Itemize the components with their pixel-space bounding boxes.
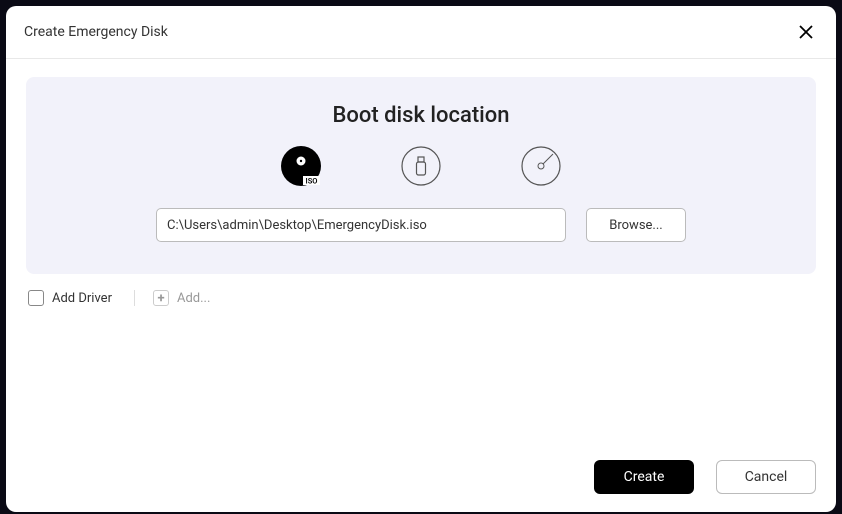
dialog-body: Boot disk location ISO [6, 59, 836, 448]
driver-row: Add Driver + Add... [26, 290, 816, 306]
browse-button[interactable]: Browse... [586, 208, 686, 242]
add-driver-button[interactable]: + Add... [153, 290, 210, 306]
separator [134, 290, 135, 306]
dialog-title: Create Emergency Disk [24, 24, 168, 40]
path-row: Browse... [62, 208, 780, 242]
close-button[interactable] [794, 20, 818, 44]
media-option-cd[interactable] [521, 146, 561, 186]
media-type-row: ISO [62, 146, 780, 186]
add-driver-label: Add Driver [52, 291, 112, 306]
plus-icon: + [153, 290, 169, 306]
dialog-header: Create Emergency Disk [6, 6, 836, 59]
panel-title: Boot disk location [62, 103, 780, 128]
emergency-disk-dialog: Create Emergency Disk Boot disk location… [6, 6, 836, 512]
usb-icon [401, 146, 441, 186]
cd-disc-icon [521, 146, 561, 186]
cancel-button[interactable]: Cancel [716, 460, 816, 494]
add-label: Add... [177, 291, 210, 306]
svg-text:ISO: ISO [306, 177, 318, 186]
create-button[interactable]: Create [594, 460, 694, 494]
iso-disc-icon: ISO [281, 146, 321, 186]
path-input[interactable] [156, 208, 566, 242]
media-option-iso[interactable]: ISO [281, 146, 321, 186]
dialog-footer: Create Cancel [6, 448, 836, 512]
media-option-usb[interactable] [401, 146, 441, 186]
add-driver-checkbox[interactable] [28, 290, 44, 306]
close-icon [799, 25, 813, 39]
location-panel: Boot disk location ISO [26, 77, 816, 274]
